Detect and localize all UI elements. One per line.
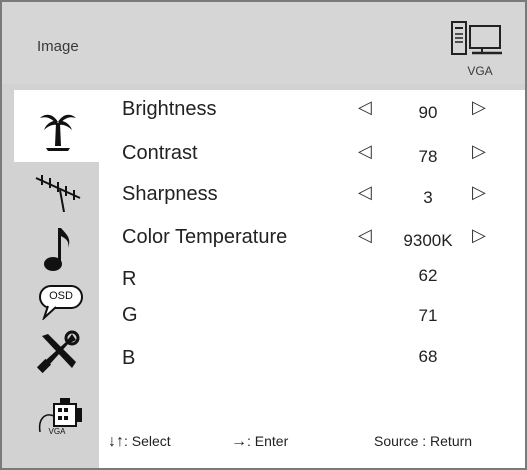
- vga-connector-label: VGA: [48, 427, 66, 436]
- enter-text: : Enter: [247, 433, 289, 449]
- b-value: 68: [418, 347, 438, 366]
- menu-row-sharpness[interactable]: Sharpness: [122, 183, 218, 206]
- menu-row-color-temperature[interactable]: Color Temperature: [122, 226, 287, 249]
- brightness-value: 90: [418, 103, 438, 122]
- menu-row-contrast[interactable]: Contrast: [122, 142, 198, 165]
- menu-row-b[interactable]: B: [122, 347, 135, 370]
- osd-bubble-label: OSD: [49, 290, 73, 302]
- footer-enter-hint: →: Enter: [231, 433, 288, 451]
- footer-source-hint: Source : Return: [374, 433, 473, 449]
- decrease-color-temperature-arrow[interactable]: ◁: [358, 225, 372, 246]
- up-down-arrows-icon: ↓↑: [108, 433, 124, 450]
- menu-row-g[interactable]: G: [122, 304, 138, 327]
- right-arrow-icon: →: [231, 433, 247, 450]
- increase-color-temperature-arrow[interactable]: ▷: [472, 225, 486, 246]
- osd-menu: Image VGA OSD VGA Brightness ◁ 90 ▷ Cont…: [0, 0, 527, 470]
- palm-tree-icon[interactable]: [38, 106, 78, 152]
- menu-row-brightness[interactable]: Brightness: [122, 98, 217, 121]
- increase-sharpness-arrow[interactable]: ▷: [472, 182, 486, 203]
- decrease-sharpness-arrow[interactable]: ◁: [358, 182, 372, 203]
- increase-contrast-arrow[interactable]: ▷: [472, 141, 486, 162]
- color-temperature-value: 9300K: [403, 231, 453, 250]
- g-value: 71: [418, 306, 438, 325]
- r-value: 62: [418, 266, 438, 285]
- antenna-icon[interactable]: [34, 172, 82, 212]
- sharpness-value: 3: [423, 188, 433, 207]
- select-text: : Select: [124, 433, 171, 449]
- decrease-contrast-arrow[interactable]: ◁: [358, 141, 372, 162]
- increase-brightness-arrow[interactable]: ▷: [472, 97, 486, 118]
- footer-select-hint: ↓↑: Select: [108, 433, 171, 451]
- osd-header: Image VGA: [2, 2, 525, 84]
- menu-title: Image: [37, 38, 79, 55]
- menu-row-r[interactable]: R: [122, 268, 136, 291]
- tools-icon[interactable]: [36, 330, 80, 374]
- source-label: VGA: [467, 64, 493, 78]
- music-note-icon[interactable]: [42, 224, 74, 274]
- contrast-value: 78: [418, 147, 438, 166]
- decrease-brightness-arrow[interactable]: ◁: [358, 97, 372, 118]
